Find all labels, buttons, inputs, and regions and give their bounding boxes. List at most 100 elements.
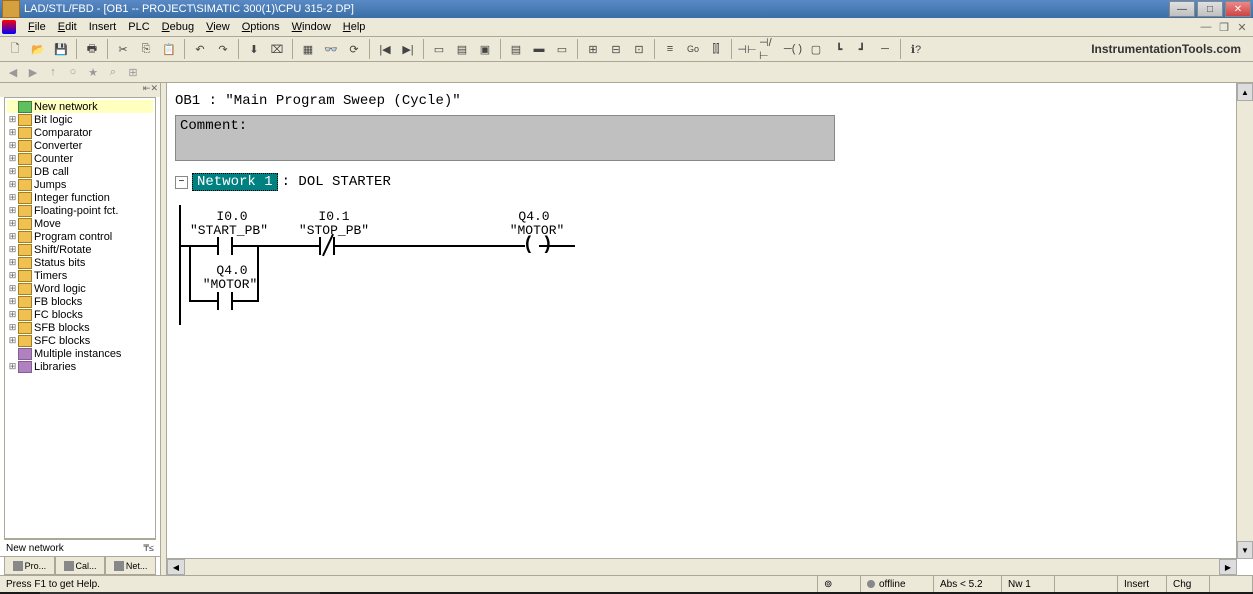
expand-icon[interactable]: ⊞ [7,323,18,333]
tree-item[interactable]: ⊞SFC blocks [7,334,153,347]
expand-icon[interactable]: ⊞ [7,310,18,320]
help-button[interactable]: ℹ? [905,38,927,60]
expand-icon[interactable]: ⊞ [7,245,18,255]
glasses-icon[interactable]: 👓 [320,38,342,60]
insert-branch-button[interactable]: ⊟ [605,38,627,60]
tree-item[interactable]: ⊞FC blocks [7,308,153,321]
open-button[interactable]: 📂 [27,38,49,60]
address-info-button[interactable]: ⫿⫿ [705,38,727,60]
tree-item[interactable]: ⊞Status bits [7,256,153,269]
tree-tab-program[interactable]: Pro... [4,557,55,575]
insert-vertical-button[interactable]: ⊡ [628,38,650,60]
menu-file[interactable]: File [22,20,52,34]
declaration-button[interactable]: ≡ [659,38,681,60]
scroll-up-icon[interactable]: ▲ [1237,83,1253,101]
expand-icon[interactable]: ⊞ [7,180,18,190]
connection-button[interactable]: ─ [874,38,896,60]
tree-item[interactable]: ⊞Libraries [7,360,153,373]
close-button[interactable]: ✕ [1225,1,1251,17]
maximize-button[interactable]: □ [1197,1,1223,17]
contact-nc-button[interactable]: ⊣/⊢ [759,38,781,60]
doc-restore-button[interactable]: ❐ [1217,21,1231,34]
nav-find-button[interactable]: ⌕ [104,63,122,81]
element-tree[interactable]: New network⊞Bit logic⊞Comparator⊞Convert… [4,97,156,539]
scroll-left-icon[interactable]: ◀ [167,559,185,575]
tree-sort-icon[interactable]: ₸≤ [143,543,154,554]
redo-button[interactable]: ↷ [212,38,234,60]
network-header[interactable]: − Network 1 : DOL STARTER [175,173,1245,191]
refresh-button[interactable]: ⟳ [343,38,365,60]
nav-prev-button[interactable]: ◀ [4,63,22,81]
menu-help[interactable]: Help [337,20,372,34]
empty-box-button[interactable]: ▢ [805,38,827,60]
menu-view[interactable]: View [200,20,236,34]
menu-insert[interactable]: Insert [83,20,123,34]
expand-icon[interactable]: ⊞ [7,297,18,307]
tree-item[interactable]: ⊞Comparator [7,126,153,139]
contact-no[interactable] [217,292,233,315]
expand-icon[interactable]: ⊞ [7,206,18,216]
comment-box[interactable]: Comment: [175,115,835,161]
menu-debug[interactable]: Debug [156,20,200,34]
tree-tab-call[interactable]: Cal... [55,557,106,575]
window-detail-button[interactable]: ▭ [551,38,573,60]
tree-item[interactable]: ⊞Word logic [7,282,153,295]
tree-item[interactable]: ⊞Program control [7,230,153,243]
expand-icon[interactable]: ⊞ [7,141,18,151]
goto-button[interactable]: Go [682,38,704,60]
expand-icon[interactable]: ⊞ [7,128,18,138]
branch-open-button[interactable]: ┗ [828,38,850,60]
goto-end-button[interactable]: ▶| [397,38,419,60]
tree-item[interactable]: New network [7,100,153,113]
scroll-right-icon[interactable]: ▶ [1219,559,1237,575]
sidebar-close-icon[interactable]: ✕ [150,83,158,97]
insert-network-button[interactable]: ⊞ [582,38,604,60]
contact-nc[interactable] [319,237,1253,260]
doc-close-button[interactable]: ✕ [1235,21,1249,34]
catalog-button[interactable]: ▦ [297,38,319,60]
coil[interactable]: () [523,235,553,255]
expand-icon[interactable]: ⊞ [7,336,18,346]
save-button[interactable]: 💾 [50,38,72,60]
nav-home-button[interactable]: ○ [64,63,82,81]
nav-tree-button[interactable]: ⊞ [124,63,142,81]
tree-item[interactable]: ⊞Bit logic [7,113,153,126]
contact-no[interactable] [217,237,233,260]
nav-next-button[interactable]: ▶ [24,63,42,81]
network-collapse-icon[interactable]: − [175,176,188,189]
expand-icon[interactable]: ⊞ [7,284,18,294]
tree-item[interactable]: ⊞Floating-point fct. [7,204,153,217]
nav-bookmark-button[interactable]: ★ [84,63,102,81]
scroll-track[interactable] [185,559,1219,575]
vertical-scrollbar[interactable]: ▲ ▼ [1236,83,1253,559]
ladder-rung[interactable]: I0.0 "START_PB" I0.1 "STOP_PB" Q4.0 "MOT… [179,205,1245,325]
copy-button[interactable]: ⎘ [135,38,157,60]
nav-out-button[interactable]: ↑ [44,63,62,81]
view-stl-button[interactable]: ▤ [451,38,473,60]
expand-icon[interactable]: ⊞ [7,271,18,281]
expand-icon[interactable]: ⊞ [7,193,18,203]
scroll-track[interactable] [1237,101,1253,541]
expand-icon[interactable]: ⊞ [7,167,18,177]
tree-item[interactable]: Multiple instances [7,347,153,360]
branch-close-button[interactable]: ┛ [851,38,873,60]
undo-button[interactable]: ↶ [189,38,211,60]
system-menu-icon[interactable] [2,20,16,34]
horizontal-scrollbar[interactable]: ◀ ▶ [167,558,1237,575]
menu-edit[interactable]: Edit [52,20,83,34]
expand-icon[interactable]: ⊞ [7,115,18,125]
network-label[interactable]: Network 1 [192,173,278,191]
menu-window[interactable]: Window [286,20,337,34]
cut-button[interactable]: ✂ [112,38,134,60]
ladder-editor[interactable]: OB1 : "Main Program Sweep (Cycle)" Comme… [167,83,1253,575]
contact-no-button[interactable]: ⊣⊢ [736,38,758,60]
scroll-down-icon[interactable]: ▼ [1237,541,1253,559]
expand-icon[interactable]: ⊞ [7,154,18,164]
view-lad-button[interactable]: ▭ [428,38,450,60]
coil-button[interactable]: ─( ) [782,38,804,60]
paste-button[interactable]: 📋 [158,38,180,60]
sidebar-pin-icon[interactable]: ⇤ [143,83,151,97]
tree-tab-network[interactable]: Net... [105,557,156,575]
window-horizontal-button[interactable]: ▬ [528,38,550,60]
expand-icon[interactable]: ⊞ [7,258,18,268]
